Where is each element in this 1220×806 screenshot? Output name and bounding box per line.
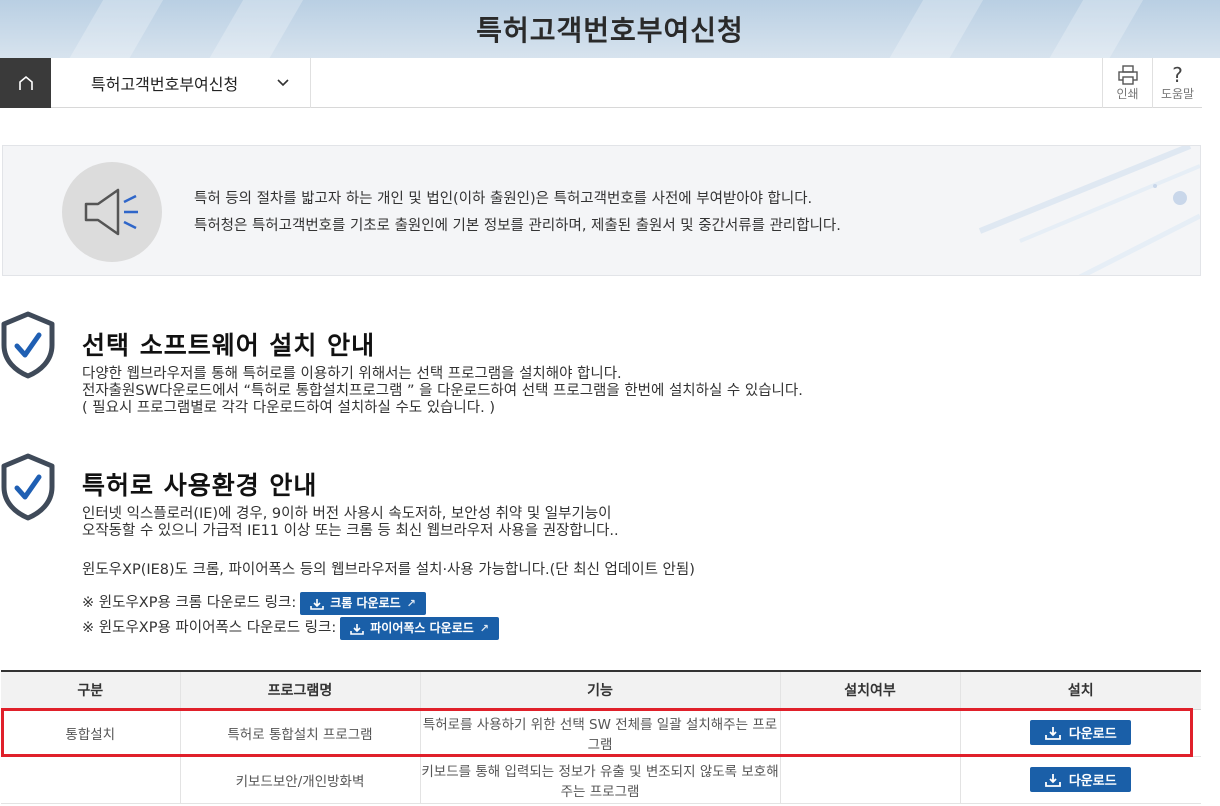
software-line-3: ( 필요시 프로그램별로 각각 다운로드하여 설치하실 수도 있습니다. ): [82, 400, 495, 416]
firefox-link-row: ※ 윈도우XP용 파이어폭스 다운로드 링크: 파이어폭스 다운로드 ↗: [82, 616, 695, 641]
column-header-install: 설치: [960, 670, 1201, 710]
integrated-download-button[interactable]: 다운로드: [1030, 720, 1132, 745]
chrome-download-button[interactable]: 크롬 다운로드 ↗: [300, 592, 426, 615]
column-header-program: 프로그램명: [180, 670, 421, 710]
software-title: 선택 소프트웨어 설치 안내: [82, 331, 376, 360]
cell-category: [1, 756, 181, 804]
page-header-banner: 특허고객번호부여신청: [0, 0, 1220, 58]
cell-function: 특허로를 사용하기 위한 선택 SW 전체를 일괄 설치해주는 프로그램: [420, 709, 781, 757]
print-label: 인쇄: [1116, 86, 1139, 101]
notice-text: 특허 등의 절차를 밟고자 하는 개인 및 법인(이하 출원인)은 특허고객번호…: [194, 186, 841, 240]
shield-check-icon: [1, 453, 55, 521]
cell-program: 특허로 통합설치 프로그램: [180, 709, 421, 757]
environment-body: 인터넷 익스플로러(IE)에 경우, 9이하 버전 사용시 속도저하, 보안성 …: [82, 506, 695, 641]
software-line-1: 다양한 웹브라우저를 통해 특허로를 이용하기 위해서는 선택 프로그램을 설치…: [82, 366, 622, 382]
external-link-icon: ↗: [479, 622, 490, 635]
cell-category: 통합설치: [1, 709, 181, 757]
chrome-link-row: ※ 윈도우XP용 크롬 다운로드 링크: 크롬 다운로드 ↗: [82, 591, 695, 616]
chrome-download-label: 크롬 다운로드: [330, 596, 401, 610]
keyboard-security-download-button[interactable]: 다운로드: [1030, 767, 1132, 792]
firefox-link-label: ※ 윈도우XP용 파이어폭스 다운로드 링크:: [82, 620, 337, 636]
external-link-icon: ↗: [406, 597, 416, 610]
notice-box: 특허 등의 절차를 밟고자 하는 개인 및 법인(이하 출원인)은 특허고객번호…: [2, 145, 1201, 276]
help-label: 도움말: [1160, 86, 1195, 101]
download-icon: [350, 623, 365, 635]
software-section: 선택 소프트웨어 설치 안내 다양한 웹브라우저를 통해 특허로를 이용하기 위…: [0, 311, 1200, 431]
cell-installed: [780, 709, 961, 757]
shield-check-icon: [1, 311, 55, 379]
breadcrumb-dropdown[interactable]: 특허고객번호부여신청: [51, 58, 311, 108]
environment-line-3: 윈도우XP(IE8)도 크롬, 파이어폭스 등의 웹브라우저를 설치·사용 가능…: [82, 562, 695, 578]
megaphone-icon: [84, 188, 138, 236]
home-button[interactable]: [0, 58, 51, 108]
decorative-pattern: [978, 146, 1200, 275]
software-line-2: 전자출원SW다운로드에서 “특허로 통합설치프로그램 ” 을 다운로드하여 선택…: [82, 383, 803, 399]
firefox-download-button[interactable]: 파이어폭스 다운로드 ↗: [340, 617, 500, 640]
software-table: 구분 프로그램명 기능 설치여부 설치 통합설치 특허로 통합설치 프로그램 특…: [1, 670, 1201, 804]
cell-function: 키보드를 통해 입력되는 정보가 유출 및 변조되지 않도록 보호해주는 프로그…: [420, 756, 781, 804]
home-icon: [18, 75, 33, 90]
cell-installed: [780, 756, 961, 804]
breadcrumb-label: 특허고객번호부여신청: [91, 75, 239, 94]
notice-line-1: 특허 등의 절차를 밟고자 하는 개인 및 법인(이하 출원인)은 특허고객번호…: [194, 191, 813, 207]
software-body: 다양한 웹브라우저를 통해 특허로를 이용하기 위해서는 선택 프로그램을 설치…: [82, 366, 803, 417]
download-icon: [1044, 773, 1061, 787]
firefox-download-label: 파이어폭스 다운로드: [370, 621, 474, 635]
cell-install: 다운로드: [960, 756, 1201, 804]
notice-line-2: 특허청은 특허고객번호를 기초로 출원인에 기본 정보를 관리하며, 제출된 출…: [194, 218, 841, 234]
download-icon: [310, 598, 325, 610]
table-row: 통합설치 특허로 통합설치 프로그램 특허로를 사용하기 위한 선택 SW 전체…: [1, 709, 1201, 757]
table-row: 키보드보안/개인방화벽 키보드를 통해 입력되는 정보가 유출 및 변조되지 않…: [1, 756, 1201, 804]
navigation-bar: 특허고객번호부여신청 인쇄 ? 도움말: [0, 58, 1202, 108]
environment-section: 특허로 사용환경 안내 인터넷 익스플로러(IE)에 경우, 9이하 버전 사용…: [0, 453, 1200, 653]
environment-line-1: 인터넷 익스플로러(IE)에 경우, 9이하 버전 사용시 속도저하, 보안성 …: [82, 506, 612, 522]
chrome-link-label: ※ 윈도우XP용 크롬 다운로드 링크:: [82, 595, 297, 611]
column-header-function: 기능: [420, 670, 781, 710]
environment-line-2: 오작동할 수 있으니 가급적 IE11 이상 또는 크롬 등 최신 웹브라우저 …: [82, 523, 619, 539]
download-icon: [1044, 726, 1061, 740]
table-header-row: 구분 프로그램명 기능 설치여부 설치: [1, 670, 1201, 710]
download-label: 다운로드: [1068, 727, 1117, 742]
column-header-category: 구분: [1, 670, 181, 710]
environment-title: 특허로 사용환경 안내: [82, 471, 318, 500]
question-icon: ?: [1172, 62, 1183, 87]
print-button[interactable]: 인쇄: [1102, 58, 1152, 108]
page-title: 특허고객번호부여신청: [476, 14, 744, 47]
megaphone-circle: [62, 162, 162, 262]
help-button[interactable]: ? 도움말: [1152, 58, 1202, 108]
printer-icon: [1117, 64, 1138, 85]
chevron-down-icon: [277, 79, 289, 87]
cell-install: 다운로드: [960, 709, 1201, 757]
cell-program: 키보드보안/개인방화벽: [180, 756, 421, 804]
download-label: 다운로드: [1068, 774, 1117, 789]
column-header-installed: 설치여부: [780, 670, 961, 710]
